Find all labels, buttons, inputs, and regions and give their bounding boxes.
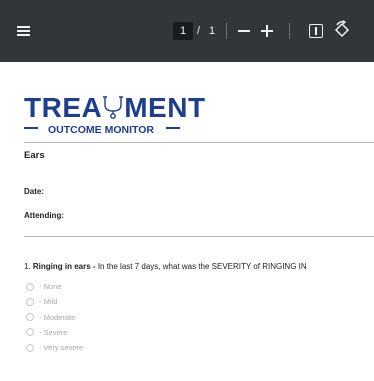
logo-title: TREA MENT	[24, 92, 206, 124]
option-label: - None	[39, 282, 62, 291]
page-total: 1	[209, 25, 216, 37]
logo-title-right: MENT	[124, 92, 206, 123]
decorative-dash	[165, 127, 180, 129]
rotate-icon[interactable]	[332, 20, 352, 40]
option-very-severe[interactable]: - Very severe	[26, 340, 83, 355]
stethoscope-icon	[102, 94, 124, 119]
pdf-toolbar: 1 / 1	[0, 0, 374, 62]
option-mild[interactable]: - Mild	[26, 294, 83, 309]
logo-title-left: TREA	[24, 92, 103, 123]
radio-icon[interactable]	[26, 297, 34, 306]
answer-options: - None - Mild - Moderate - Severe - Very…	[26, 279, 83, 355]
decorative-dash	[24, 127, 38, 129]
page-separator: /	[197, 25, 201, 37]
option-label: - Severe	[39, 327, 68, 337]
date-label: Date:	[24, 187, 45, 196]
radio-icon[interactable]	[26, 343, 34, 352]
question-number: 1.	[24, 262, 31, 271]
logo-subtitle-row: OUTCOME MONITOR	[24, 123, 180, 137]
logo-subtitle: OUTCOME MONITOR	[48, 124, 154, 136]
option-none[interactable]: - None	[26, 279, 83, 294]
toolbar-divider	[289, 23, 290, 39]
toolbar-divider	[226, 23, 227, 39]
option-severe[interactable]: - Severe	[26, 325, 83, 340]
option-moderate[interactable]: - Moderate	[26, 310, 83, 325]
question-text: In the last 7 days, what was the SEVERIT…	[97, 262, 307, 271]
attending-label: Attending:	[24, 211, 64, 220]
minus-icon[interactable]	[237, 22, 251, 40]
divider	[24, 236, 374, 237]
radio-icon[interactable]	[26, 282, 34, 291]
page-number-input[interactable]: 1	[173, 22, 193, 40]
plus-icon[interactable]	[260, 22, 274, 40]
option-label: - Mild	[39, 297, 58, 307]
option-label: - Very severe	[39, 343, 84, 353]
menu-icon[interactable]	[14, 22, 34, 40]
radio-icon[interactable]	[26, 313, 34, 322]
divider	[24, 142, 374, 143]
fit-page-icon[interactable]	[309, 24, 323, 38]
section-title: Ears	[24, 150, 45, 161]
question-1: 1. Ringing in ears - In the last 7 days,…	[24, 262, 374, 271]
question-title: Ringing in ears -	[32, 262, 96, 271]
option-label: - Moderate	[39, 312, 76, 322]
radio-icon[interactable]	[26, 328, 34, 337]
